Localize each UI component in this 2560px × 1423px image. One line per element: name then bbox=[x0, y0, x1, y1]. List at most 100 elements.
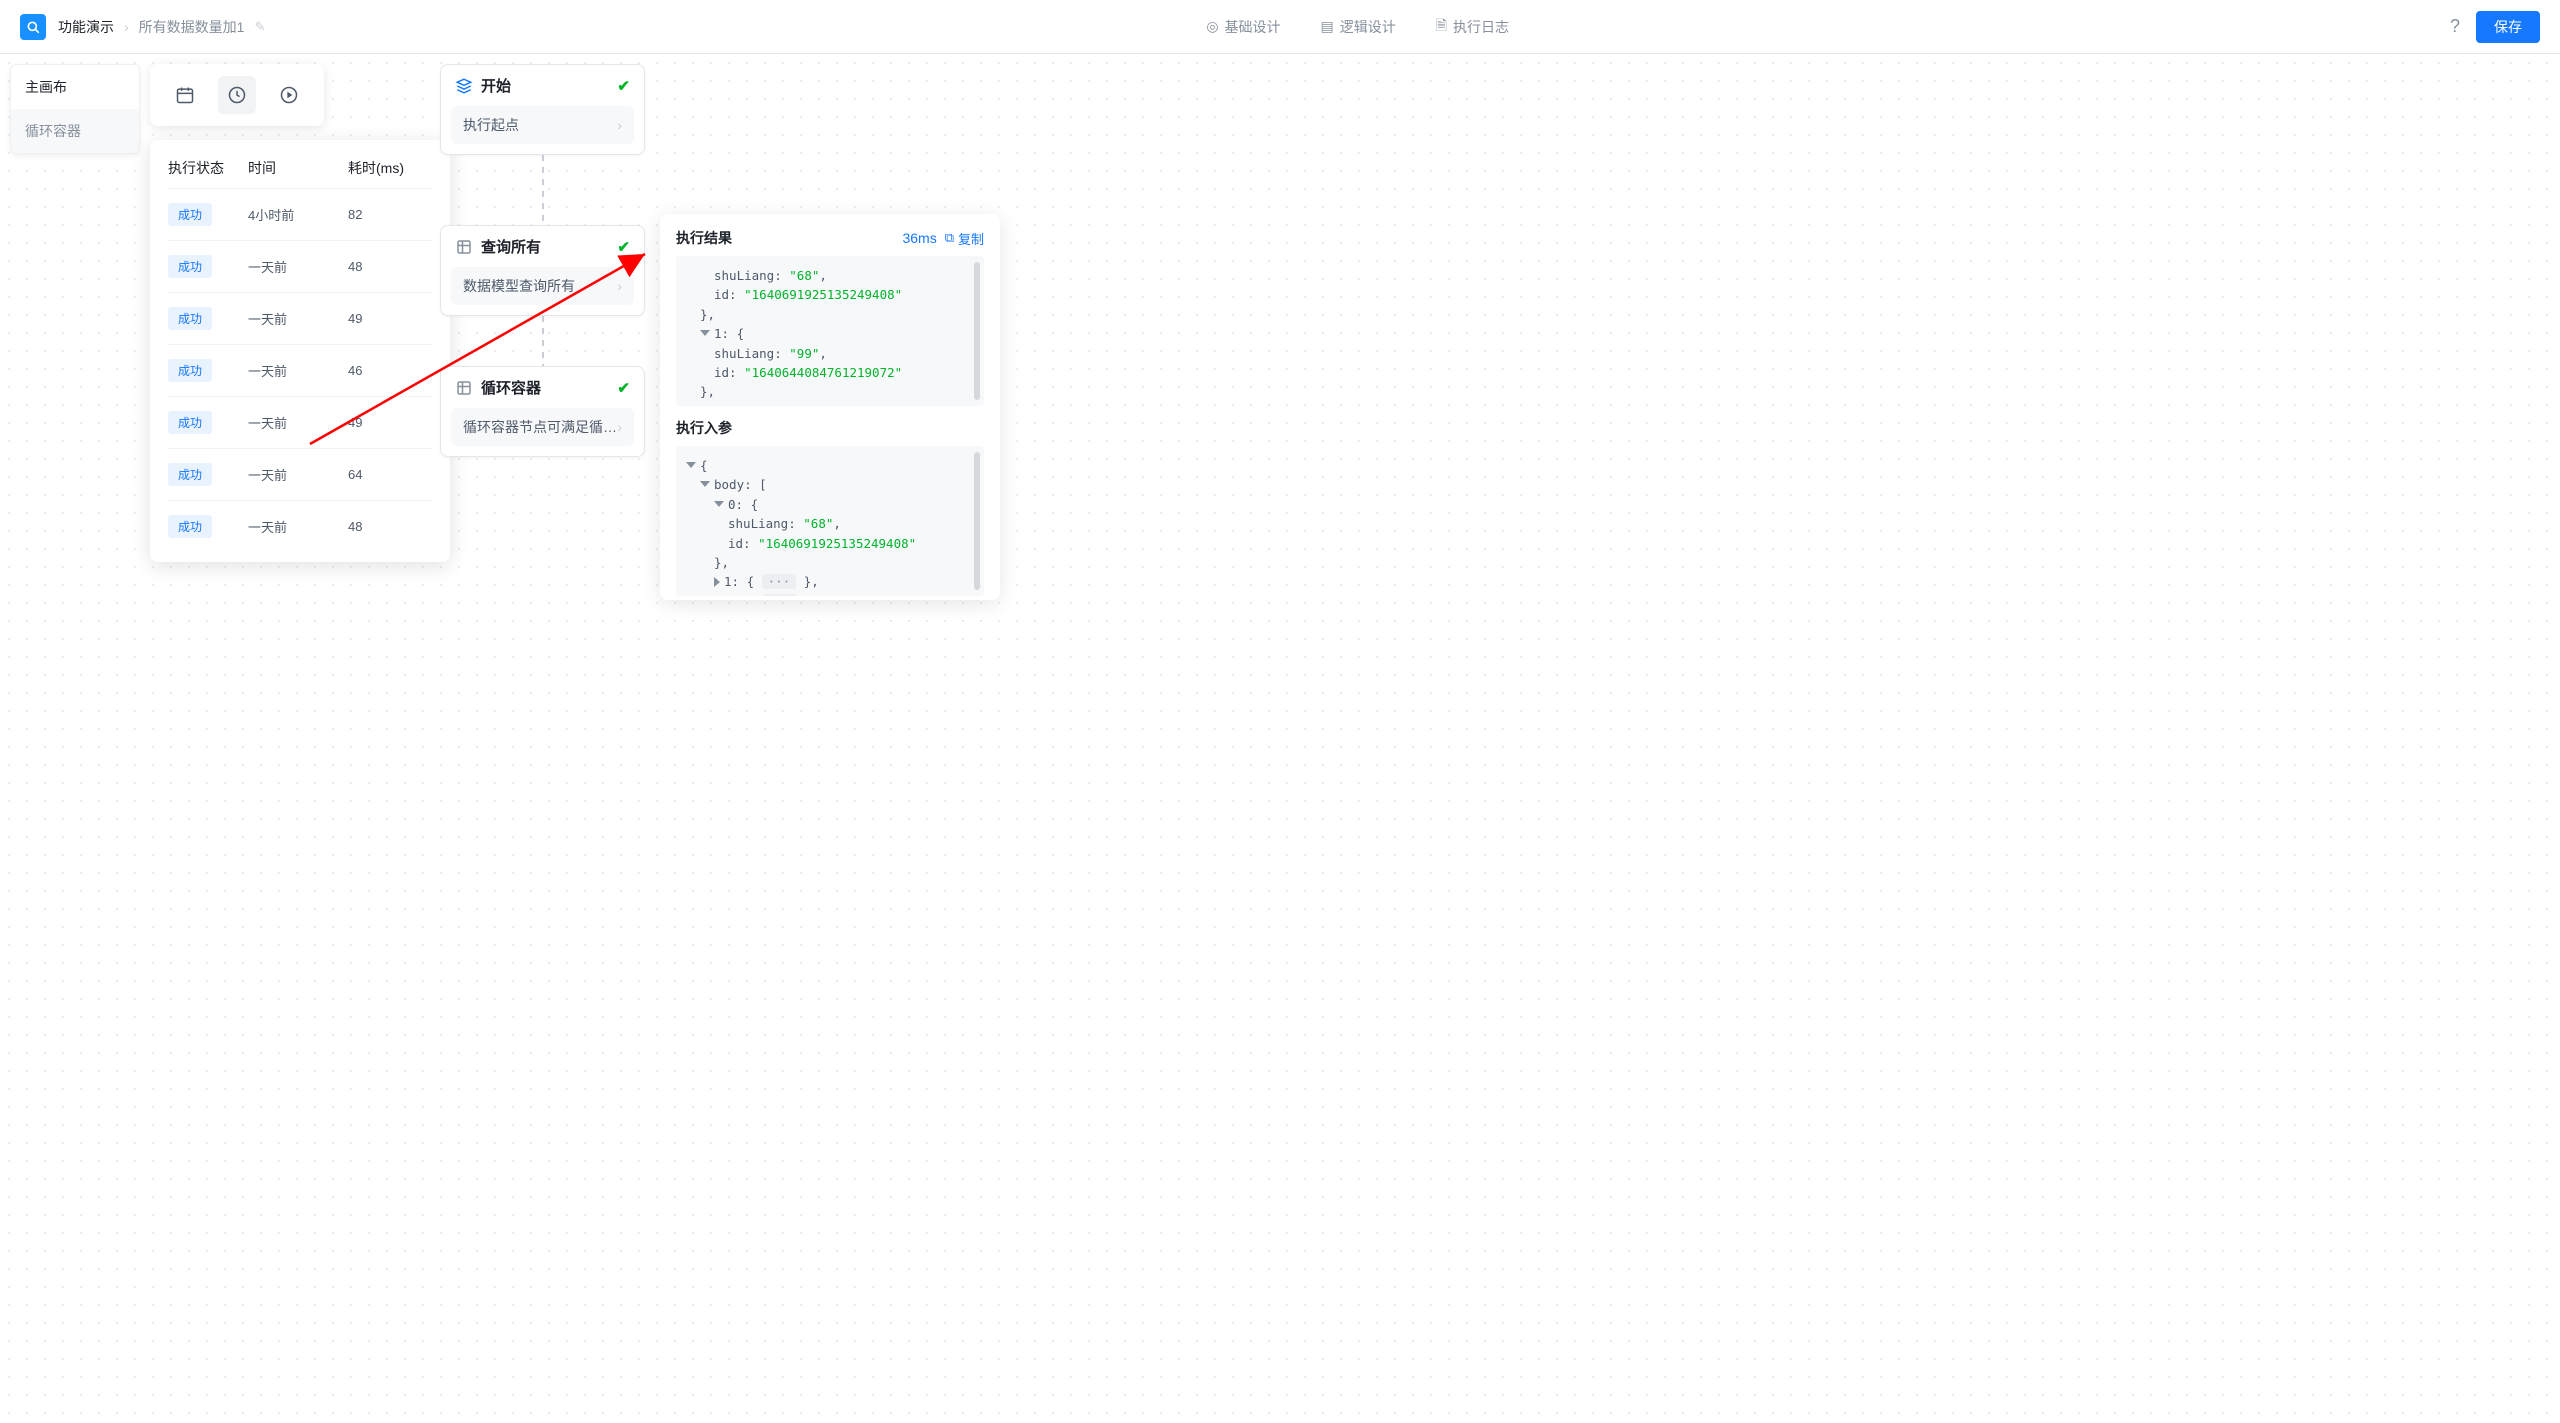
exec-log-panel: 执行状态 时间 耗时(ms) 成功4小时前82成功一天前48成功一天前49成功一… bbox=[150, 64, 450, 562]
copy-icon: ⧉ bbox=[945, 230, 954, 246]
node-loop-body[interactable]: 循环容器节点可满足循… › bbox=[451, 408, 634, 446]
node-body-label: 循环容器节点可满足循… bbox=[463, 417, 617, 437]
node-body-label: 数据模型查询所有 bbox=[463, 276, 575, 296]
node-loop[interactable]: 循环容器 ✔ 循环容器节点可满足循… › bbox=[440, 366, 645, 457]
exec-log-list: 执行状态 时间 耗时(ms) 成功4小时前82成功一天前48成功一天前49成功一… bbox=[150, 140, 450, 562]
topbar-right: ? 保存 bbox=[2450, 11, 2540, 43]
log-row[interactable]: 成功 一天前46 bbox=[168, 344, 432, 396]
status-badge: 成功 bbox=[168, 463, 212, 486]
log-dur: 48 bbox=[348, 519, 432, 534]
node-query-body[interactable]: 数据模型查询所有 › bbox=[451, 267, 634, 305]
col-time: 时间 bbox=[248, 158, 348, 178]
log-time: 一天前 bbox=[248, 309, 348, 328]
chevron-right-icon: › bbox=[617, 117, 622, 133]
log-row[interactable]: 成功 一天前64 bbox=[168, 448, 432, 500]
tab-label: 逻辑设计 bbox=[1340, 17, 1396, 37]
elapsed-time: 36ms bbox=[902, 230, 936, 246]
status-badge: 成功 bbox=[168, 359, 212, 382]
chevron-right-icon: › bbox=[617, 278, 622, 294]
log-dur: 49 bbox=[348, 311, 432, 326]
log-dur: 82 bbox=[348, 207, 432, 222]
log-dur: 64 bbox=[348, 467, 432, 482]
status-badge: 成功 bbox=[168, 411, 212, 434]
status-badge: 成功 bbox=[168, 255, 212, 278]
node-title: 循环容器 bbox=[481, 377, 541, 398]
col-status: 执行状态 bbox=[168, 158, 248, 178]
result-title: 执行结果 bbox=[676, 228, 732, 248]
layers-icon bbox=[455, 77, 473, 95]
node-title: 查询所有 bbox=[481, 236, 541, 257]
tab-main-canvas[interactable]: 主画布 bbox=[11, 65, 139, 109]
check-icon: ✔ bbox=[617, 379, 630, 397]
log-row[interactable]: 成功 一天前49 bbox=[168, 396, 432, 448]
play-icon bbox=[279, 85, 299, 105]
tab-base-design[interactable]: ◎ 基础设计 bbox=[1206, 15, 1280, 39]
tab-exec-log[interactable]: 🗎 执行日志 bbox=[1436, 15, 1509, 39]
log-row[interactable]: 成功 一天前48 bbox=[168, 240, 432, 292]
log-time: 一天前 bbox=[248, 517, 348, 536]
tab-label: 执行日志 bbox=[1453, 17, 1509, 37]
log-header: 执行状态 时间 耗时(ms) bbox=[168, 140, 432, 188]
log-row[interactable]: 成功4小时前82 bbox=[168, 188, 432, 240]
play-button[interactable] bbox=[270, 76, 308, 114]
copy-button[interactable]: ⧉ 复制 bbox=[945, 229, 984, 248]
node-start-body[interactable]: 执行起点 › bbox=[451, 106, 634, 144]
flow: 开始 ✔ 执行起点 › 查询所有 ✔ 数据模型查询所有 › bbox=[440, 64, 645, 457]
tab-loop-container[interactable]: 循环容器 bbox=[11, 109, 139, 153]
node-start[interactable]: 开始 ✔ 执行起点 › bbox=[440, 64, 645, 155]
breadcrumb: 功能演示 › 所有数据数量加1 ✎ bbox=[58, 17, 265, 37]
check-icon: ✔ bbox=[617, 238, 630, 256]
log-icon: 🗎 bbox=[1436, 15, 1447, 39]
chevron-right-icon: › bbox=[617, 419, 622, 435]
table-icon bbox=[455, 238, 473, 256]
table-icon bbox=[455, 379, 473, 397]
crumb-sep: › bbox=[124, 19, 129, 35]
node-body-label: 执行起点 bbox=[463, 115, 519, 135]
log-dur: 49 bbox=[348, 415, 432, 430]
clock-icon bbox=[227, 85, 247, 105]
save-button[interactable]: 保存 bbox=[2476, 11, 2540, 43]
connector bbox=[542, 316, 544, 366]
calendar-button[interactable] bbox=[166, 76, 204, 114]
log-time: 一天前 bbox=[248, 413, 348, 432]
connector bbox=[542, 155, 544, 225]
log-dur: 46 bbox=[348, 363, 432, 378]
result-panel: 执行结果 36ms ⧉ 复制 shuLiang: 68,id: 16406919… bbox=[660, 214, 1000, 600]
topbar: 功能演示 › 所有数据数量加1 ✎ ◎ 基础设计 ▤ 逻辑设计 🗎 执行日志 ?… bbox=[0, 0, 2560, 54]
scrollbar[interactable] bbox=[974, 262, 980, 400]
canvas-tabs: 主画布 循环容器 bbox=[10, 64, 140, 154]
log-time: 4小时前 bbox=[248, 205, 348, 224]
copy-label: 复制 bbox=[958, 229, 984, 248]
tab-logic-design[interactable]: ▤ 逻辑设计 bbox=[1321, 15, 1396, 39]
clock-button[interactable] bbox=[218, 76, 256, 114]
status-badge: 成功 bbox=[168, 515, 212, 538]
canvas[interactable]: 主画布 循环容器 执行状态 时间 耗时(ms) 成功4小时前82成功一天前48成… bbox=[0, 54, 2560, 1423]
scrollbar[interactable] bbox=[974, 452, 980, 590]
params-title: 执行入参 bbox=[676, 418, 984, 438]
result-output[interactable]: shuLiang: 68,id: 1640691925135249408},1:… bbox=[676, 256, 984, 406]
check-icon: ✔ bbox=[617, 77, 630, 95]
crumb-root[interactable]: 功能演示 bbox=[58, 17, 114, 37]
edit-icon[interactable]: ✎ bbox=[254, 19, 265, 35]
tab-label: 基础设计 bbox=[1225, 17, 1281, 37]
crumb-current: 所有数据数量加1 bbox=[139, 17, 245, 37]
col-dur: 耗时(ms) bbox=[348, 158, 432, 178]
log-time: 一天前 bbox=[248, 257, 348, 276]
target-icon: ◎ bbox=[1206, 18, 1218, 35]
log-dur: 48 bbox=[348, 259, 432, 274]
status-badge: 成功 bbox=[168, 307, 212, 330]
log-row[interactable]: 成功 一天前49 bbox=[168, 292, 432, 344]
log-row[interactable]: 成功 一天前48 bbox=[168, 500, 432, 552]
doc-icon: ▤ bbox=[1321, 18, 1334, 35]
exec-toolbar bbox=[150, 64, 324, 126]
log-time: 一天前 bbox=[248, 465, 348, 484]
help-icon[interactable]: ? bbox=[2450, 16, 2460, 37]
calendar-icon bbox=[175, 85, 195, 105]
node-title: 开始 bbox=[481, 75, 511, 96]
app-logo bbox=[20, 14, 46, 40]
log-time: 一天前 bbox=[248, 361, 348, 380]
node-query[interactable]: 查询所有 ✔ 数据模型查询所有 › bbox=[440, 225, 645, 316]
top-tabs: ◎ 基础设计 ▤ 逻辑设计 🗎 执行日志 bbox=[277, 15, 2438, 39]
result-input[interactable]: {body: [0: {shuLiang: 68,id: 16406919251… bbox=[676, 446, 984, 596]
result-title-row: 执行结果 36ms ⧉ 复制 bbox=[676, 228, 984, 248]
